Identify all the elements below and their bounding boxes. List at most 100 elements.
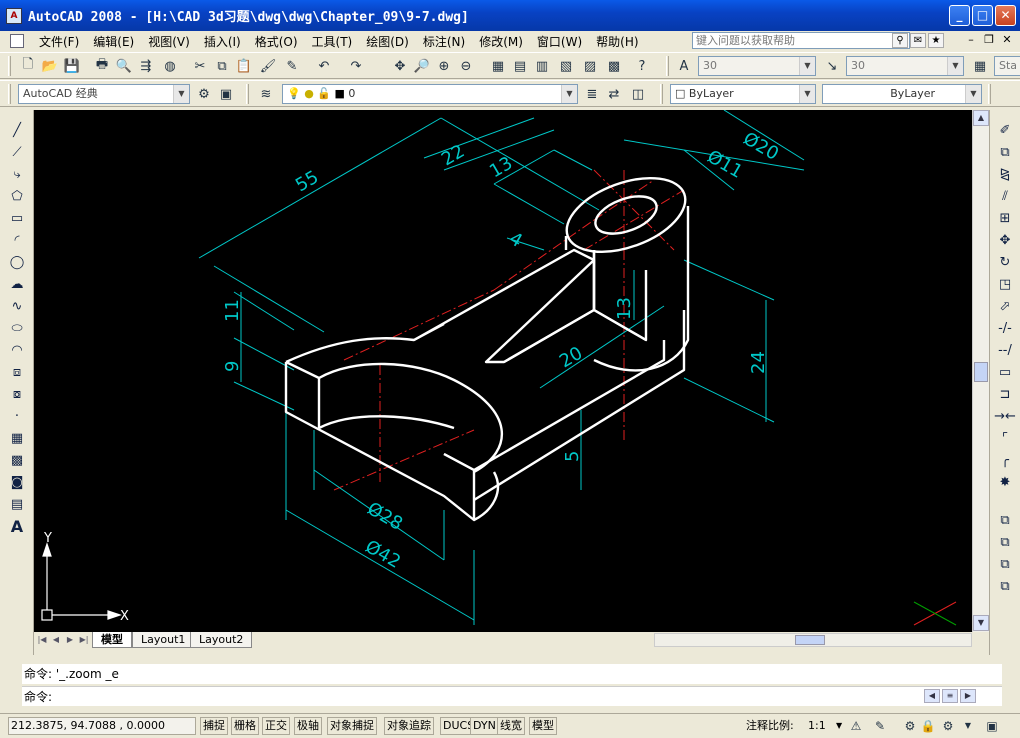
bring-above-icon[interactable]: ⧉ <box>995 554 1015 574</box>
open-file-icon[interactable]: 📂 <box>40 56 60 76</box>
prev-tab-icon[interactable]: ◀ <box>50 633 62 646</box>
doc-close-icon[interactable]: ✕ <box>1000 33 1014 47</box>
tab-model[interactable]: 模型 <box>92 632 132 648</box>
markup-icon[interactable]: ▨ <box>580 56 600 76</box>
zoom-window-icon[interactable]: ⊕ <box>434 56 454 76</box>
gradient-icon[interactable]: ▩ <box>7 450 27 470</box>
menu-window[interactable]: 窗口(W) <box>530 33 589 50</box>
design-center-icon[interactable]: ▤ <box>510 56 530 76</box>
scroll-thumb[interactable]: ≡ <box>942 689 958 703</box>
dim-style-select[interactable]: 30 ▼ <box>846 56 964 76</box>
layer-select[interactable]: 💡 ● 🔓 ■ 0 ▼ <box>282 84 578 104</box>
menu-file[interactable]: 文件(F) <box>32 33 86 50</box>
chamfer-icon[interactable]: ⌜ <box>995 428 1015 448</box>
ellipse-icon[interactable]: ⬭ <box>7 318 27 338</box>
chevron-down-icon[interactable]: ▼ <box>960 718 976 734</box>
linetype-select[interactable]: ByLayer ▼ <box>822 84 982 104</box>
toolbar-lock-icon[interactable]: 🔒 <box>920 718 936 734</box>
dyn-toggle[interactable]: DYN <box>470 717 499 735</box>
communication-icon[interactable]: ⚙ <box>902 718 918 734</box>
scale-icon[interactable]: ◳ <box>995 274 1015 294</box>
paste-icon[interactable]: 📋 <box>234 56 254 76</box>
last-tab-icon[interactable]: ▶| <box>78 633 90 646</box>
annotation-scale-value[interactable]: 1:1 <box>808 717 826 735</box>
first-tab-icon[interactable]: |◀ <box>36 633 48 646</box>
status-tray-settings-icon[interactable]: ⚙ <box>940 718 956 734</box>
break-icon[interactable]: ⊐ <box>995 384 1015 404</box>
text-style-select[interactable]: 30 ▼ <box>698 56 816 76</box>
table-style-icon[interactable]: ▦ <box>970 56 990 76</box>
menu-draw[interactable]: 绘图(D) <box>359 33 416 50</box>
new-file-icon[interactable]: 🗋 <box>18 56 38 76</box>
polar-toggle[interactable]: 极轴 <box>294 717 322 735</box>
workspace-select[interactable]: AutoCAD 经典 ▼ <box>18 84 190 104</box>
toolbar-grip[interactable] <box>660 84 663 104</box>
menu-modify[interactable]: 修改(M) <box>472 33 530 50</box>
undo-icon[interactable]: ↶ <box>314 56 334 76</box>
stretch-icon[interactable]: ⬀ <box>995 296 1015 316</box>
calculator-icon[interactable]: ▩ <box>604 56 624 76</box>
chevron-down-icon[interactable]: ▼ <box>836 717 842 735</box>
otrack-toggle[interactable]: 对象追踪 <box>384 717 434 735</box>
toolbar-grip[interactable] <box>8 56 11 76</box>
trim-icon[interactable]: -/- <box>995 318 1015 338</box>
erase-icon[interactable]: ✐ <box>995 120 1015 140</box>
toolbar-grip[interactable] <box>988 84 991 104</box>
zoom-realtime-icon[interactable]: 🔎 <box>412 56 432 76</box>
horizontal-scrollbar[interactable] <box>654 633 972 647</box>
block-editor-icon[interactable]: ✎ <box>282 56 302 76</box>
workspace-save-icon[interactable]: ▣ <box>216 84 236 104</box>
tab-layout1[interactable]: Layout1 <box>132 632 195 648</box>
print-preview-icon[interactable]: 🔍 <box>114 56 134 76</box>
help-icon[interactable]: ? <box>632 56 652 76</box>
sheet-set-icon[interactable]: ▧ <box>556 56 576 76</box>
multiline-text-icon[interactable]: A <box>7 516 27 536</box>
workspace-settings-icon[interactable]: ⚙ <box>194 84 214 104</box>
model-toggle[interactable]: 模型 <box>529 717 557 735</box>
favorites-star-icon[interactable]: ★ <box>928 33 944 48</box>
array-icon[interactable]: ⊞ <box>995 208 1015 228</box>
document-icon[interactable] <box>10 34 24 48</box>
menu-edit[interactable]: 编辑(E) <box>86 33 141 50</box>
draw-order-back-icon[interactable]: ⧉ <box>995 532 1015 552</box>
lineweight-toggle[interactable]: 线宽 <box>497 717 525 735</box>
cut-icon[interactable]: ✂ <box>190 56 210 76</box>
mirror-icon[interactable]: ⧎ <box>995 164 1015 184</box>
table-style-select[interactable]: Sta <box>994 56 1020 76</box>
maximize-button[interactable]: □ <box>972 5 993 26</box>
copy-icon[interactable]: ⧉ <box>212 56 232 76</box>
menu-tools[interactable]: 工具(T) <box>305 33 360 50</box>
hatch-icon[interactable]: ▦ <box>7 428 27 448</box>
doc-restore-icon[interactable]: ❐ <box>982 33 996 47</box>
extend-icon[interactable]: --/ <box>995 340 1015 360</box>
auto-scale-icon[interactable]: ✎ <box>872 718 888 734</box>
search-icon[interactable]: ⚲ <box>892 33 908 48</box>
match-properties-icon[interactable]: 🖌 <box>258 56 278 76</box>
print-icon[interactable]: 🖶 <box>92 56 112 76</box>
grid-toggle[interactable]: 栅格 <box>231 717 259 735</box>
menu-help[interactable]: 帮助(H) <box>589 33 645 50</box>
ortho-toggle[interactable]: 正交 <box>262 717 290 735</box>
make-current-layer-icon[interactable]: ≣ <box>582 84 602 104</box>
color-select[interactable]: □ ByLayer ▼ <box>670 84 816 104</box>
explode-icon[interactable]: ✸ <box>995 472 1015 492</box>
osnap-toggle[interactable]: 对象捕捉 <box>327 717 377 735</box>
draw-order-front-icon[interactable]: ⧉ <box>995 510 1015 530</box>
command-input[interactable]: 命令: <box>22 686 1002 706</box>
line-icon[interactable]: ╱ <box>7 120 27 140</box>
menu-format[interactable]: 格式(O) <box>248 33 305 50</box>
point-icon[interactable]: · <box>7 406 27 426</box>
construction-line-icon[interactable]: ⟋ <box>7 142 27 162</box>
toolbar-grip[interactable] <box>666 56 669 76</box>
clean-screen-icon[interactable]: ▣ <box>984 718 1000 734</box>
ellipse-arc-icon[interactable]: ◠ <box>7 340 27 360</box>
autocad-logo-icon[interactable]: A <box>6 7 22 24</box>
circle-icon[interactable]: ◯ <box>7 252 27 272</box>
layer-state-icon[interactable]: ◫ <box>628 84 648 104</box>
arc-icon[interactable]: ◜ <box>7 230 27 250</box>
pan-realtime-icon[interactable]: ✥ <box>390 56 410 76</box>
menu-dimension[interactable]: 标注(N) <box>416 33 472 50</box>
offset-icon[interactable]: ⫽ <box>995 186 1015 206</box>
minimize-button[interactable]: _ <box>949 5 970 26</box>
tool-palettes-icon[interactable]: ▥ <box>532 56 552 76</box>
